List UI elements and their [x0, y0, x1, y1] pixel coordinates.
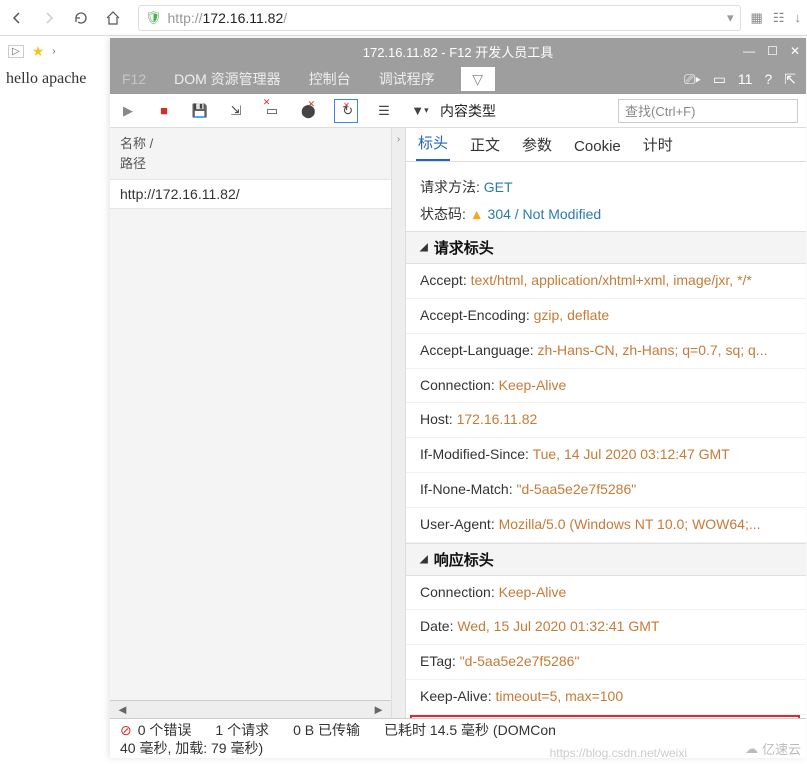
request-list-panel: 名称 / 路径 http://172.16.11.82/ ◄ ► [110, 128, 392, 718]
star-icon[interactable]: ★ [32, 43, 45, 60]
search-input[interactable]: 查找(Ctrl+F) [618, 99, 798, 123]
tab-params[interactable]: 参数 [520, 128, 554, 161]
header-row[interactable]: Connection: Keep-Alive [406, 576, 806, 611]
tab-dom-explorer[interactable]: DOM 资源管理器 [172, 65, 283, 93]
clear-cache-icon[interactable]: ⬤✕ [298, 101, 318, 121]
pin-icon[interactable]: ⇱ [784, 71, 796, 88]
scroll-right-icon[interactable]: ► [372, 702, 385, 717]
filter-icon[interactable]: ▼▾ [410, 101, 430, 121]
list-icon[interactable]: ☰ [374, 101, 394, 121]
cloud-icon: ☁ [745, 741, 758, 757]
status-warning-icon: ▲ [470, 206, 484, 222]
tab-f12[interactable]: F12 [120, 67, 148, 91]
help-icon[interactable]: ? [764, 71, 772, 87]
detail-tabs: 标头 正文 参数 Cookie 计时 [406, 128, 806, 162]
page-body-text: hello apache [6, 70, 86, 88]
status-bar: ⊘ 0 个错误 1 个请求 0 B 已传输 已耗时 14.5 毫秒 (DOMCon… [110, 718, 806, 758]
device-icon[interactable]: ⎚▸ [684, 71, 701, 88]
req-method-value: GET [484, 179, 513, 195]
horizontal-scrollbar[interactable]: ◄ ► [110, 700, 391, 718]
tab-network[interactable]: ▽ [461, 67, 495, 91]
header-row[interactable]: Host: 172.16.11.82 [406, 403, 806, 438]
req-method-label: 请求方法: [420, 179, 480, 195]
tab-debugger[interactable]: 调试程序 [377, 65, 437, 93]
scroll-left-icon[interactable]: ◄ [116, 702, 129, 717]
devtools-titlebar: 172.16.11.82 - F12 开发人员工具 — ☐ ✕ [110, 38, 806, 64]
request-row[interactable]: http://172.16.11.82/ [110, 179, 391, 209]
detail-panel: 标头 正文 参数 Cookie 计时 请求方法: GET 状态码: ▲ 304 … [406, 128, 806, 718]
browser-toolbar: 🛡 http://172.16.11.82/ ▾ ▦ ☷ ↓ [0, 0, 807, 36]
status-code-value: 304 / Not Modified [488, 206, 602, 222]
transferred-bytes: 0 B 已传输 [293, 721, 360, 739]
tab-console[interactable]: 控制台 [307, 65, 353, 93]
back-button[interactable] [6, 7, 28, 29]
header-row[interactable]: Accept-Language: zh-Hans-CN, zh-Hans; q=… [406, 334, 806, 369]
watermark: ☁ 亿速云 [745, 739, 801, 758]
timing-detail: 40 毫秒, 加载: 79 毫秒) [120, 739, 556, 757]
save-icon[interactable]: 💾 [190, 101, 210, 121]
minimize-button[interactable]: — [743, 44, 755, 58]
reload-button[interactable] [70, 7, 92, 29]
tab-body[interactable]: 正文 [468, 128, 502, 161]
clear-session-icon[interactable]: ▭✕ [262, 101, 282, 121]
forward-button[interactable] [38, 7, 60, 29]
header-row[interactable]: Accept: text/html, application/xhtml+xml… [406, 264, 806, 299]
home-button[interactable] [102, 7, 124, 29]
response-headers-section[interactable]: ◢ 响应标头 [406, 543, 806, 576]
stop-icon[interactable]: ■ [154, 101, 174, 121]
list-column-header[interactable]: 名称 / 路径 [110, 128, 391, 179]
collapse-arrow-icon: ◢ [420, 554, 428, 565]
request-count: 1 个请求 [215, 721, 269, 739]
maximize-button[interactable]: ☐ [767, 44, 778, 58]
header-row[interactable]: If-None-Match: "d-5aa5e2e7f5286" [406, 473, 806, 508]
play-icon[interactable]: ▷ [8, 45, 24, 58]
status-code-label: 状态码: [420, 206, 466, 222]
url-text: http://172.16.11.82/ [168, 10, 722, 26]
header-row[interactable]: ETag: "d-5aa5e2e7f5286" [406, 645, 806, 680]
qr-icon[interactable]: ▦ [751, 10, 763, 26]
request-headers-section[interactable]: ◢ 请求标头 [406, 231, 806, 264]
browser-right-icons: ▦ ☷ ↓ [751, 10, 801, 26]
clear-cookies-icon[interactable]: ↻✕ [334, 99, 358, 123]
network-toolbar: ▶ ■ 💾 ⇲ ▭✕ ⬤✕ ↻✕ ☰ ▼▾ 内容类型 查找(Ctrl+F) [110, 94, 806, 128]
devtools-tabbar: F12 DOM 资源管理器 控制台 调试程序 ▽ ⎚▸ ▭ 11 ? ⇱ [110, 64, 806, 94]
header-row[interactable]: Date: Wed, 15 Jul 2020 01:32:41 GMT [406, 610, 806, 645]
collapse-arrow-icon: ◢ [420, 242, 428, 253]
url-bar[interactable]: 🛡 http://172.16.11.82/ ▾ [138, 5, 741, 31]
play-icon[interactable]: ▶ [118, 101, 138, 121]
dock-icon[interactable]: ▭ [713, 71, 726, 88]
chevron-right-icon: › [52, 46, 55, 57]
close-button[interactable]: ✕ [790, 44, 800, 58]
panel-collapse-button[interactable]: › [392, 128, 406, 718]
download-icon[interactable]: ↓ [795, 10, 802, 26]
reader-icon[interactable]: ☷ [773, 10, 785, 26]
header-row[interactable]: User-Agent: Mozilla/5.0 (Windows NT 10.0… [406, 508, 806, 543]
devtools-window: 172.16.11.82 - F12 开发人员工具 — ☐ ✕ F12 DOM … [110, 38, 806, 758]
elapsed-time: 已耗时 14.5 毫秒 (DOMCon [384, 721, 556, 739]
devtools-title-text: 172.16.11.82 - F12 开发人员工具 [363, 42, 554, 61]
tab-count: 11 [738, 71, 753, 87]
content-type-label[interactable]: 内容类型 [440, 101, 496, 121]
header-row[interactable]: Keep-Alive: timeout=5, max=100 [406, 680, 806, 715]
header-row[interactable]: If-Modified-Since: Tue, 14 Jul 2020 03:1… [406, 438, 806, 473]
error-count: 0 个错误 [138, 721, 192, 739]
source-link: https://blog.csdn.net/weixi [550, 746, 687, 760]
tab-cookie[interactable]: Cookie [572, 132, 623, 161]
error-icon: ⊘ [120, 721, 132, 739]
header-row[interactable]: Connection: Keep-Alive [406, 369, 806, 404]
import-icon[interactable]: ⇲ [226, 101, 246, 121]
tab-timing[interactable]: 计时 [641, 128, 675, 161]
shield-icon: 🛡 [145, 10, 162, 26]
tab-headers[interactable]: 标头 [416, 126, 450, 161]
header-row[interactable]: Accept-Encoding: gzip, deflate [406, 299, 806, 334]
headers-detail-body: 请求方法: GET 状态码: ▲ 304 / Not Modified ◢ 请求… [406, 162, 806, 718]
dropdown-icon[interactable]: ▾ [727, 10, 734, 26]
